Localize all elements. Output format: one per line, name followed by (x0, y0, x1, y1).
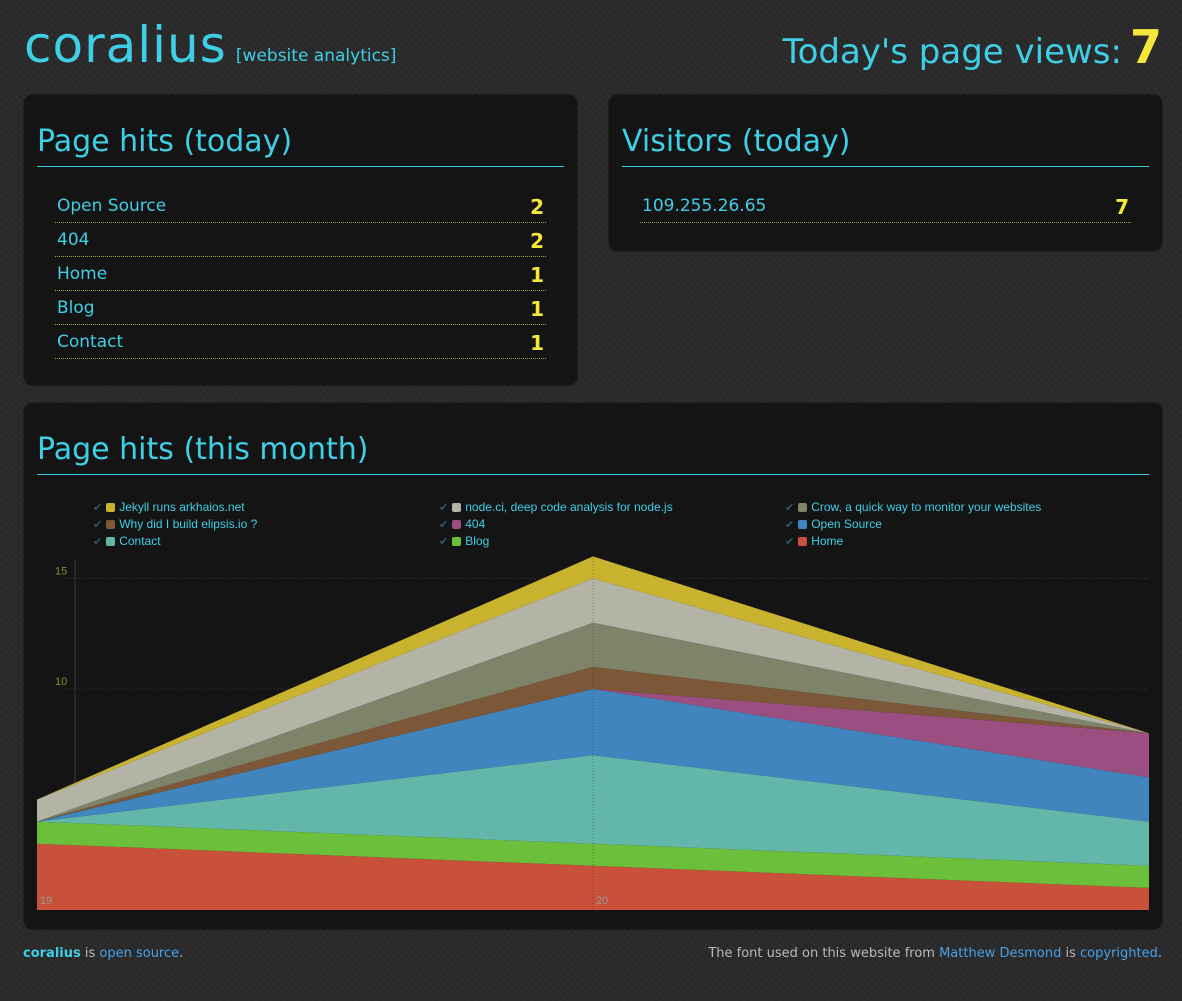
list-item: Contact 1 (55, 325, 546, 359)
list-item: Blog 1 (55, 291, 546, 325)
legend-label: Open Source (811, 517, 882, 531)
panel-title: Page hits (this month) (37, 430, 1149, 475)
legend-label: Contact (119, 534, 161, 548)
legend-label: Jekyll runs arkhaios.net (119, 500, 245, 514)
legend-label: Why did I build elipsis.io ? (119, 517, 258, 531)
legend-swatch (798, 537, 808, 546)
legend-label: 404 (465, 517, 486, 531)
visitor-ip: 109.255.26.65 (642, 196, 767, 216)
brand-name[interactable]: coralius (24, 18, 227, 72)
page-hits-today-panel: Page hits (today) Open Source 2 404 2 Home… (23, 94, 578, 386)
legend-swatch (452, 503, 462, 512)
hit-count: 2 (530, 195, 544, 219)
legend-item[interactable]: ✔ Why did I build elipsis.io ? (93, 516, 257, 533)
footer-text: is (80, 946, 100, 961)
footer-text: is (1061, 946, 1081, 961)
hit-count: 1 (530, 297, 544, 321)
panel-title: Page hits (today) (37, 122, 564, 167)
legend-swatch (106, 503, 116, 512)
open-source-link[interactable]: open source (99, 946, 179, 961)
matthew-desmond-link[interactable]: Matthew Desmond (939, 946, 1061, 961)
footer-text: The font used on this website from (708, 946, 940, 961)
list-item: 109.255.26.65 7 (640, 189, 1131, 223)
legend-label: Blog (465, 534, 490, 548)
y-tick-label: 15 (55, 566, 67, 578)
legend-item[interactable]: ✔ Open Source (785, 516, 882, 533)
check-icon: ✔ (93, 536, 103, 548)
check-icon: ✔ (93, 519, 103, 531)
page-label: Open Source (57, 196, 167, 216)
legend-item[interactable]: ✔ Contact (93, 533, 161, 550)
y-tick-label: 10 (55, 676, 67, 688)
check-icon: ✔ (439, 519, 449, 531)
legend-swatch (452, 537, 462, 546)
legend-item[interactable]: ✔ Blog (439, 533, 489, 550)
stacked-area-chart: 10 15 19 20 (37, 552, 1149, 910)
check-icon: ✔ (439, 502, 449, 514)
check-icon: ✔ (785, 502, 795, 514)
x-tick-label: 20 (596, 895, 608, 907)
hit-count: 1 (530, 331, 544, 355)
legend-item[interactable]: ✔ Jekyll runs arkhaios.net (93, 499, 245, 516)
footer-right: The font used on this website from Matth… (708, 946, 1162, 961)
footer-text: . (1157, 946, 1162, 961)
page-hits-list: Open Source 2 404 2 Home 1 Blog 1 Contact 1 (55, 189, 546, 359)
hit-count: 2 (530, 229, 544, 253)
list-item: Open Source 2 (55, 189, 546, 223)
legend-swatch (798, 503, 808, 512)
visitors-list: 109.255.26.65 7 (640, 189, 1131, 223)
check-icon: ✔ (93, 502, 103, 514)
footer-brand: coralius (23, 946, 81, 961)
legend-item[interactable]: ✔ Home (785, 533, 843, 550)
page-views-count: 7 (1129, 20, 1162, 74)
brand-subtitle: [website analytics] (235, 46, 397, 66)
x-tick-label: 19 (40, 895, 52, 907)
legend-label: node.ci, deep code analysis for node.js (465, 500, 673, 514)
list-item: Home 1 (55, 257, 546, 291)
legend-swatch (798, 520, 808, 529)
page-label: Contact (57, 332, 124, 352)
visitors-today-panel: Visitors (today) 109.255.26.65 7 (608, 94, 1163, 252)
page-label: Home (57, 264, 108, 284)
legend-swatch (106, 520, 116, 529)
footer-left: coralius is open source. (23, 946, 183, 961)
todays-page-views: Today's page views: 7 (783, 20, 1162, 79)
check-icon: ✔ (439, 536, 449, 548)
legend-label: Home (811, 534, 844, 548)
visit-count: 7 (1115, 195, 1129, 219)
page-label: 404 (57, 230, 90, 250)
check-icon: ✔ (785, 536, 795, 548)
legend-item[interactable]: ✔ node.ci, deep code analysis for node.js (439, 499, 673, 516)
legend-swatch (452, 520, 462, 529)
legend-item[interactable]: ✔ Crow, a quick way to monitor your websi… (785, 499, 1041, 516)
legend-swatch (106, 537, 116, 546)
panel-title: Visitors (today) (622, 122, 1149, 167)
legend-item[interactable]: ✔ 404 (439, 516, 485, 533)
page-views-label: Today's page views: (782, 32, 1122, 72)
brand: coralius [website analytics] (24, 18, 396, 72)
page-label: Blog (57, 298, 95, 318)
list-item: 404 2 (55, 223, 546, 257)
check-icon: ✔ (785, 519, 795, 531)
legend-label: Crow, a quick way to monitor your websit… (811, 500, 1042, 514)
footer-text: . (179, 946, 184, 961)
copyrighted-link[interactable]: copyrighted (1080, 946, 1158, 961)
hit-count: 1 (530, 263, 544, 287)
page-hits-month-panel: Page hits (this month) ✔ Jekyll runs arkh… (23, 402, 1163, 930)
